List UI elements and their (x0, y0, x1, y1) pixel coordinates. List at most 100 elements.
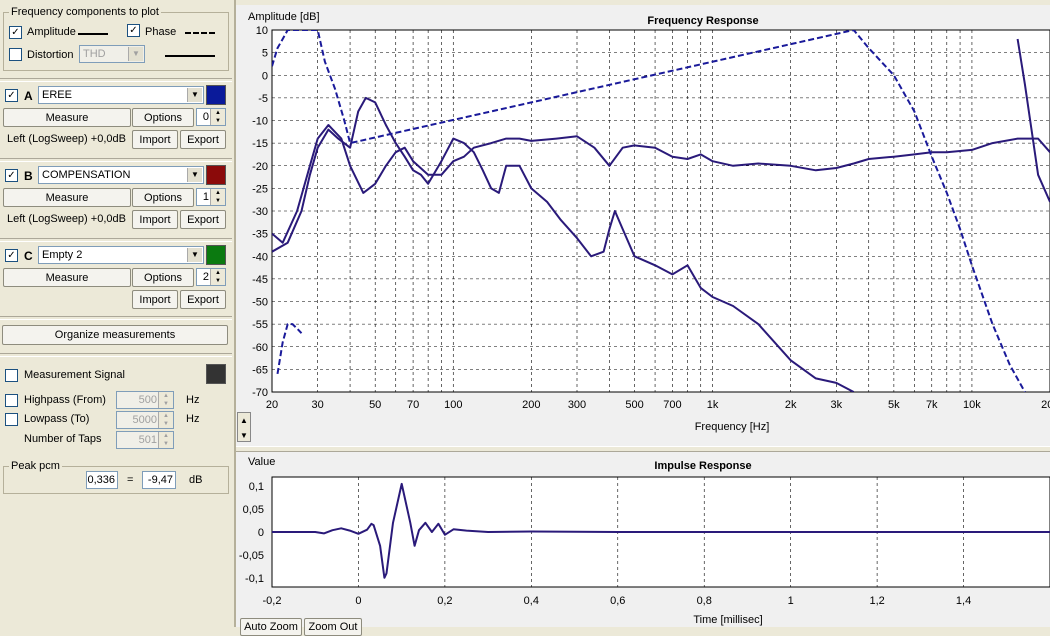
measurement-signal-color-swatch[interactable] (206, 364, 226, 384)
measurement-c-checkbox[interactable]: ✓ (5, 249, 18, 262)
x-tick-label: 20k (1041, 399, 1050, 411)
impulse-chart-ylabel: Value (248, 456, 275, 468)
separator (0, 316, 232, 320)
y-tick-label: -60 (252, 342, 268, 354)
spinner-arrows-icon[interactable]: ▲ ▼ (158, 432, 173, 448)
y-tick-label: 0 (262, 70, 268, 82)
highpass-checkbox[interactable] (5, 394, 18, 407)
frequency-response-panel: Amplitude [dB] Frequency Response Freque… (236, 5, 1050, 446)
x-tick-label: 1k (707, 399, 719, 411)
measurement-a-select[interactable]: EREE ▼ (38, 86, 204, 104)
impulse-chart-title: Impulse Response (654, 460, 751, 472)
phase-checkbox[interactable]: ✓ (127, 24, 140, 37)
organize-measurements-button[interactable]: Organize measurements (2, 325, 228, 345)
measurement-c-color-swatch[interactable] (206, 245, 226, 265)
measurement-a-checkbox[interactable]: ✓ (5, 89, 18, 102)
y-tick-label: -70 (252, 387, 268, 399)
separator (0, 78, 232, 82)
lowpass-label: Lowpass (To) (24, 413, 90, 425)
auto-zoom-button[interactable]: Auto Zoom (240, 618, 302, 636)
measurement-signal-checkbox[interactable] (5, 369, 18, 382)
spinner-arrows-icon[interactable]: ▲ ▼ (158, 392, 173, 408)
x-tick-label: 7k (926, 399, 938, 411)
y-tick-label: -0,05 (239, 550, 264, 562)
impulse-response-chart[interactable]: Value Impulse Response Time [millisec] 0… (236, 452, 1050, 627)
measurement-c-import-button[interactable]: Import (132, 290, 178, 309)
distortion-select[interactable]: THD ▼ (79, 45, 145, 63)
y-tick-label: -35 (252, 229, 268, 241)
amplitude-checkbox[interactable]: ✓ (9, 26, 22, 39)
measurement-a-export-button[interactable]: Export (180, 130, 226, 149)
measurement-a-letter: A (24, 89, 33, 103)
separator (0, 353, 232, 357)
zoom-out-button[interactable]: Zoom Out (304, 618, 362, 636)
chevron-down-icon: ▼ (187, 88, 202, 102)
measurement-b-color-swatch[interactable] (206, 165, 226, 185)
y-tick-label: -20 (252, 161, 268, 173)
y-tick-label: 0,05 (243, 504, 264, 516)
measurement-a-spinner[interactable]: 0 ▲ ▼ (196, 108, 226, 126)
measurement-b-options-button[interactable]: Options (132, 188, 194, 207)
x-tick-label: 300 (568, 399, 586, 411)
spinner-arrows-icon[interactable]: ▲ ▼ (158, 412, 173, 428)
x-tick-label: 0,8 (697, 595, 712, 607)
x-tick-label: 2k (785, 399, 797, 411)
taps-input[interactable]: 501 ▲ ▼ (116, 431, 174, 449)
y-tick-label: 10 (256, 25, 268, 37)
measurement-a-info: Left (LogSweep) +0,0dB (7, 133, 126, 145)
y-tick-label: -10 (252, 116, 268, 128)
y-tick-label: -25 (252, 183, 268, 195)
measurement-a-measure-button[interactable]: Measure (3, 108, 131, 127)
x-tick-label: 1,4 (956, 595, 971, 607)
chevron-down-icon: ▼ (128, 47, 143, 61)
highpass-input[interactable]: 500 ▲ ▼ (116, 391, 174, 409)
measurement-b-import-button[interactable]: Import (132, 210, 178, 229)
y-tick-label: -30 (252, 206, 268, 218)
measurement-c-export-button[interactable]: Export (180, 290, 226, 309)
x-tick-label: 20 (266, 399, 278, 411)
x-tick-label: 0,6 (610, 595, 625, 607)
phase-label: Phase (145, 26, 177, 38)
peak-value: 0,336 (86, 471, 118, 489)
y-tick-label: 0,1 (249, 481, 264, 493)
measurement-b-measure-button[interactable]: Measure (3, 188, 131, 207)
phase-line-sample (185, 32, 215, 34)
measurement-c-spinner[interactable]: 2 ▲ ▼ (196, 268, 226, 286)
measurement-c-measure-button[interactable]: Measure (3, 268, 131, 287)
measurement-a-color-swatch[interactable] (206, 85, 226, 105)
measurement-a-import-button[interactable]: Import (132, 130, 178, 149)
x-tick-label: 0,2 (437, 595, 452, 607)
measurement-b-export-button[interactable]: Export (180, 210, 226, 229)
frequency-chart-ylabel: Amplitude [dB] (248, 11, 320, 23)
measurement-b-letter: B (24, 169, 33, 183)
left-panel: Frequency components to plot ✓ Amplitude… (0, 0, 235, 627)
measurement-b-checkbox[interactable]: ✓ (5, 169, 18, 182)
x-tick-label: 30 (312, 399, 324, 411)
x-tick-label: 500 (625, 399, 643, 411)
frequency-response-chart[interactable]: Amplitude [dB] Frequency Response Freque… (236, 5, 1050, 446)
distortion-checkbox[interactable] (9, 48, 22, 61)
y-tick-label: -55 (252, 319, 268, 331)
measurement-c-select[interactable]: Empty 2 ▼ (38, 246, 204, 264)
peak-db-value: -9,47 (142, 471, 176, 489)
distortion-label: Distortion (27, 49, 74, 61)
frequency-chart-title: Frequency Response (647, 15, 758, 27)
x-tick-label: -0,2 (263, 595, 282, 607)
spinner-arrows-icon[interactable]: ▲ ▼ (210, 109, 225, 125)
lowpass-input[interactable]: 5000 ▲ ▼ (116, 411, 174, 429)
x-tick-label: 100 (444, 399, 462, 411)
lowpass-checkbox[interactable] (5, 413, 18, 426)
spinner-arrows-icon[interactable]: ▲ ▼ (210, 269, 225, 285)
impulse-chart-xlabel: Time [millisec] (693, 614, 762, 626)
y-tick-label: -50 (252, 297, 268, 309)
amplitude-line-sample (78, 33, 108, 35)
measurement-a-options-button[interactable]: Options (132, 108, 194, 127)
highpass-label: Highpass (From) (24, 394, 106, 406)
spinner-arrows-icon[interactable]: ▲ ▼ (210, 189, 225, 205)
measurement-c-options-button[interactable]: Options (132, 268, 194, 287)
measurement-c-letter: C (24, 249, 33, 263)
scroll-arrows[interactable]: ▲ ▼ (237, 412, 251, 442)
x-tick-label: 0,4 (524, 595, 539, 607)
measurement-b-select[interactable]: COMPENSATION ▼ (38, 166, 204, 184)
measurement-b-spinner[interactable]: 1 ▲ ▼ (196, 188, 226, 206)
